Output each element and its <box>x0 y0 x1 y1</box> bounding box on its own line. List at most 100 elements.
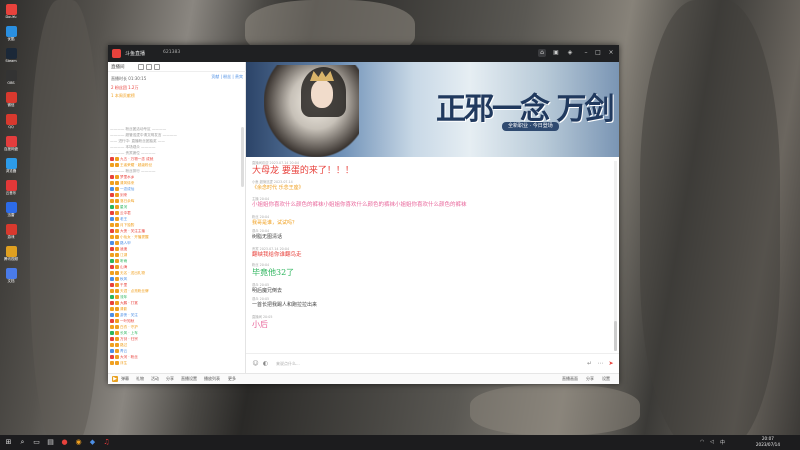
browser-taskbar-icon[interactable]: ◉ <box>74 438 83 447</box>
room-name: 斗鱼直播 <box>125 51 146 57</box>
toolbar-item[interactable]: 分享 <box>586 376 594 382</box>
desktop-icon-label: 优酷 <box>7 37 15 41</box>
chat-message-text: 我哥是谁，试试吗？ <box>252 220 298 226</box>
fan-badge-icon <box>110 307 114 311</box>
toolbar-item[interactable]: 分享 <box>166 376 174 382</box>
chat-scroll-thumb[interactable] <box>614 321 617 351</box>
fan-badge-icon <box>115 193 119 197</box>
fan-badge-icon <box>115 289 119 293</box>
fan-badge-icon <box>110 313 114 317</box>
music-taskbar-icon[interactable]: ♫ <box>102 438 111 447</box>
taskbar-clock[interactable]: 20:07 2023/07/14 <box>756 436 780 448</box>
home-icon[interactable]: ⌂ <box>538 49 546 57</box>
maximize-icon[interactable]: □ <box>594 49 602 57</box>
title-bar[interactable]: 斗鱼直播 621383 ⌂ ▣ ◈ – □ × <box>108 45 619 62</box>
room-id: 621383 <box>163 50 181 55</box>
rank-row[interactable]: 浮生 <box>110 361 238 367</box>
fan-badge-icon <box>110 163 114 167</box>
grid-icon[interactable] <box>138 64 144 70</box>
chat-message[interactable]: 直播间欢迎 2023.07.14 20:04 大母龙 要蛋的来了！！！ <box>252 161 612 177</box>
fan-badge-icon <box>110 265 114 269</box>
bullet-icon[interactable]: ▶ <box>112 376 118 382</box>
chat-message[interactable]: 粉丝 20:04 我哥是谁，试试吗？ <box>252 215 612 227</box>
fan-badge-icon <box>115 307 119 311</box>
fan-badge-icon <box>110 331 114 335</box>
fan-badge-icon <box>115 229 119 233</box>
chat-message[interactable]: 小鱼 超管巡逻 2023.07.14 《余念时代 乐念王座》 <box>252 180 612 192</box>
rank-row-text: 剑来 <box>120 193 128 197</box>
windows-start-icon[interactable]: ⊞ <box>4 438 13 447</box>
toolbar-item[interactable]: 礼物 <box>136 376 144 382</box>
app-glyph-icon-5 <box>5 114 17 125</box>
anchor-row[interactable]: 2 粉丝团 1.2万 <box>111 85 138 91</box>
expand-icon[interactable]: ↵ <box>586 360 593 367</box>
toolbar-item[interactable]: 更多 <box>228 376 236 382</box>
minimize-icon[interactable]: – <box>582 49 590 57</box>
fan-badge-icon <box>110 175 114 179</box>
fan-badge-icon <box>115 175 119 179</box>
app-desktop-icon-9[interactable]: 迅雷 <box>3 202 19 222</box>
language-icon[interactable]: 中 <box>720 439 725 446</box>
app-desktop-icon-8[interactable]: 云音乐 <box>3 180 19 200</box>
toolbar-item[interactable]: 设置 <box>602 376 610 382</box>
left-panel-scrollbar[interactable] <box>241 127 244 187</box>
rank-tabs[interactable]: 贡献 | 粉丝 | 贵宾 <box>211 74 243 80</box>
rank-row-text: 大侠 · 关注主播 <box>120 229 145 233</box>
app-desktop-icon-5[interactable]: QQ <box>3 114 19 134</box>
fan-badge-icon <box>115 343 119 347</box>
volume-icon[interactable]: ◁ <box>710 439 714 445</box>
emoji-icon[interactable]: ☺ <box>252 360 259 367</box>
color-icon[interactable]: ◐ <box>262 360 269 367</box>
anchor-row: 直播时长 01:30:15 <box>111 76 147 81</box>
toolbar-item[interactable]: 直播画面 <box>562 376 578 382</box>
app-desktop-icon-2[interactable]: Steam <box>3 48 19 68</box>
chat-message[interactable]: 直播间 20:05 小后 <box>252 315 612 330</box>
search-icon[interactable]: ⌕ <box>18 438 27 447</box>
anchor-row[interactable]: 1 本周贡献榜 <box>111 93 135 99</box>
settings-icon[interactable] <box>154 64 160 70</box>
chat-input-area: ☺ ◐ 来说点什么... ↵ ⋯ ➤ <box>246 353 619 373</box>
app-desktop-icon-3[interactable]: OBS <box>3 70 19 90</box>
game-ad-banner[interactable]: 正邪一念 万剑 全新职业 · 今日登场 <box>246 62 619 157</box>
chat-message[interactable]: 观众 20:05 一首长把我踢人和跑拉拉出来 <box>252 297 612 309</box>
list-icon[interactable] <box>146 64 152 70</box>
fan-badge-icon <box>115 163 119 167</box>
app-glyph-icon-1 <box>5 26 17 37</box>
app-desktop-icon-1[interactable]: 优酷 <box>3 26 19 46</box>
game-icon[interactable]: ◈ <box>566 49 574 57</box>
chat-scrollbar[interactable] <box>614 161 617 351</box>
rank-row-text: 梦里水乡 <box>120 175 135 179</box>
chat-message[interactable]: 贵宾 2023.07.14 20:04 翻峡我给你谁翻鸟走 <box>252 247 612 260</box>
douyu-desktop-icon[interactable]: DouYu <box>3 4 19 24</box>
close-icon[interactable]: × <box>607 49 615 57</box>
app-desktop-icon-4[interactable]: 微信 <box>3 92 19 112</box>
task-view-icon[interactable]: ▭ <box>32 438 41 447</box>
more-icon[interactable]: ⋯ <box>597 360 604 367</box>
douyu-glyph-icon <box>5 4 17 15</box>
toolbar-item[interactable]: 播放列表 <box>204 376 220 382</box>
toolbar-item[interactable]: 直播设置 <box>181 376 197 382</box>
app-desktop-icon-12[interactable]: 文档 <box>3 268 19 288</box>
chat-message[interactable]: 粉丝 20:04 毕竟他32了 <box>252 263 612 278</box>
app-desktop-icon-10[interactable]: 游戏 <box>3 224 19 244</box>
send-icon[interactable]: ➤ <box>607 360 615 368</box>
app-desktop-icon-7[interactable]: 浏览器 <box>3 158 19 178</box>
file-explorer-icon[interactable]: ▤ <box>46 438 55 447</box>
app-taskbar-icon[interactable]: ◆ <box>88 438 97 447</box>
rank-row-text: 无名 · 送出礼物 <box>120 271 145 275</box>
app-glyph-icon-2 <box>5 48 17 59</box>
chat-message[interactable]: 观众 20:04 树脂无图清话 <box>252 229 612 241</box>
chat-message[interactable]: 观众 20:05 明后魔兄倒去 <box>252 283 612 295</box>
app-desktop-icon-6[interactable]: 百度网盘 <box>3 136 19 156</box>
anchor-info: 直播时长 01:30:15 贡献 | 粉丝 | 贵宾 2 粉丝团 1.2万 1 … <box>108 72 246 127</box>
chat-message[interactable]: 主播 20:04 小姐姐你喜欢什么颜色的裤袜小姐姐你喜欢什么颜色的裤袜小姐姐你喜欢… <box>252 197 612 210</box>
toolbar-item[interactable]: 活动 <box>151 376 159 382</box>
chat-input[interactable]: 来说点什么... <box>276 361 300 367</box>
toolbar-item[interactable]: 弹幕 <box>121 376 129 382</box>
wifi-icon[interactable]: ◠ <box>700 439 704 445</box>
douyu-taskbar-icon[interactable]: ● <box>60 438 69 447</box>
app-desktop-icon-11[interactable]: 腾讯视频 <box>3 246 19 266</box>
desktop-icon-label: 游戏 <box>7 235 15 239</box>
gift-icon[interactable]: ▣ <box>552 49 560 57</box>
fan-badge-icon <box>110 241 114 245</box>
